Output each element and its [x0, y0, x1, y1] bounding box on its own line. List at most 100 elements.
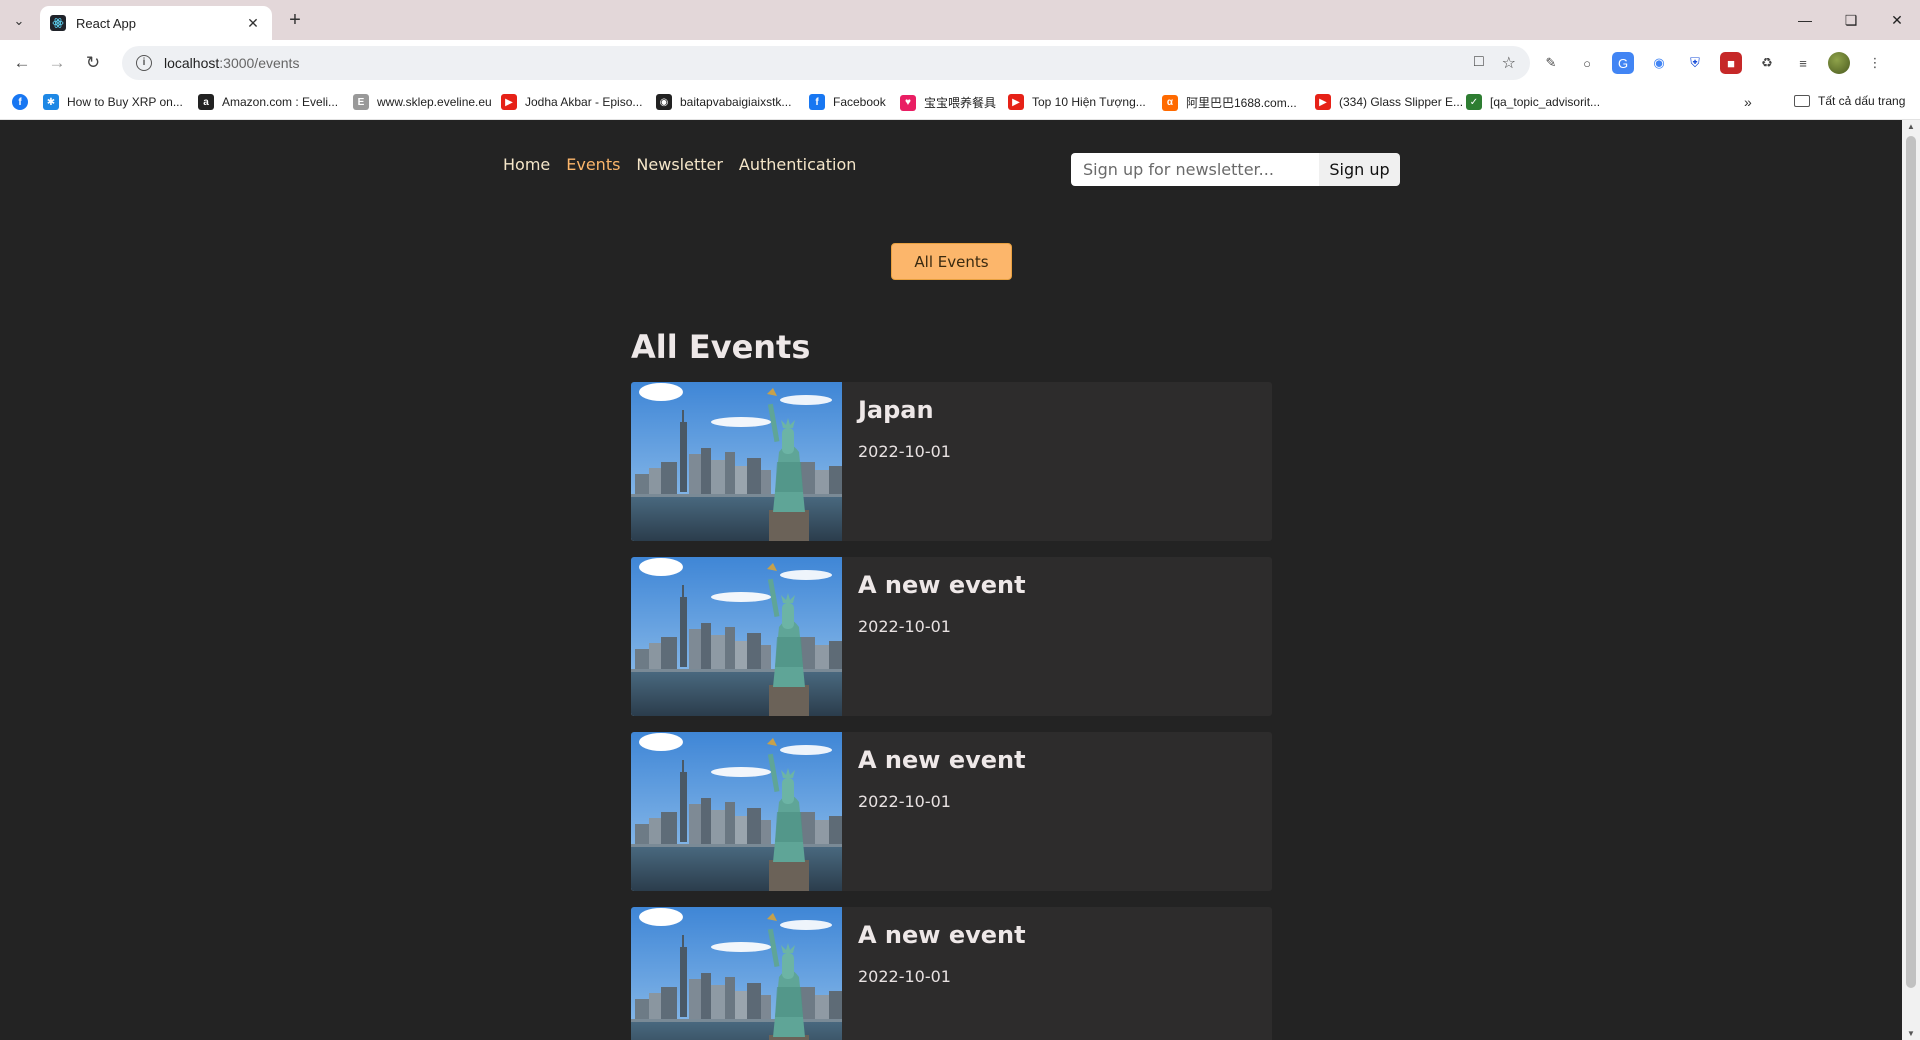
facebook-icon: f [809, 94, 825, 110]
bookmark-label: [qa_topic_advisorit... [1490, 95, 1601, 109]
newsletter-signup-button[interactable]: Sign up [1319, 153, 1400, 186]
red-extension-icon[interactable]: ■ [1720, 52, 1742, 74]
forward-icon[interactable]: → [43, 50, 71, 76]
bookmark-label: Facebook [833, 95, 886, 109]
browser-tab[interactable]: React App ✕ [40, 6, 272, 40]
event-image [631, 557, 842, 716]
event-date: 2022-10-01 [858, 442, 951, 461]
all-bookmarks-folder[interactable]: Tất cả dấu trang [1794, 94, 1905, 108]
event-image [631, 732, 842, 891]
event-title: A new event [858, 571, 1026, 599]
all-bookmarks-label: Tất cả dấu trang [1818, 94, 1906, 108]
eveline-icon: E [353, 94, 369, 110]
qa-icon: ✓ [1466, 94, 1482, 110]
bookmark-item[interactable]: ◉ baitapvabaigiaixstk... [656, 94, 791, 110]
bookmark-item[interactable]: ▶ Top 10 Hiện Tượng... [1008, 94, 1146, 110]
bookmark-label: Amazon.com : Eveli... [222, 95, 339, 109]
tab-search-chevron-icon[interactable]: ⌄ [6, 8, 32, 34]
new-tab-icon[interactable]: + [282, 8, 308, 34]
restore-icon[interactable]: ❏ [1828, 0, 1874, 40]
puzzle-icon[interactable]: ♻ [1756, 52, 1778, 74]
nav-authentication-link[interactable]: Authentication [739, 155, 856, 174]
event-title: Japan [858, 396, 934, 424]
nav-newsletter-link[interactable]: Newsletter [636, 155, 723, 174]
bookmark-item[interactable]: Ewww.sklep.eveline.eu [353, 94, 492, 110]
bookmark-item[interactable]: a Amazon.com : Eveli... [198, 94, 338, 110]
bookmark-item[interactable]: ▶ (334) Glass Slipper E... [1315, 94, 1463, 110]
more-bookmarks-icon[interactable]: » [1744, 94, 1752, 110]
event-image [631, 907, 842, 1040]
event-info: Japan 2022-10-01 [842, 382, 967, 541]
address-bar[interactable]: i localhost:3000/events □ ☆ [122, 46, 1530, 80]
event-title: A new event [858, 921, 1026, 949]
profile-avatar[interactable] [1828, 52, 1850, 74]
event-title: A new event [858, 746, 1026, 774]
events-list: Japan 2022-10-01 A new event 2022-10-01 … [631, 382, 1272, 1040]
scroll-down-icon[interactable]: ▼ [1906, 1029, 1916, 1038]
page-title: All Events [631, 328, 811, 366]
site-info-icon[interactable]: i [136, 55, 152, 71]
media-queue-icon[interactable]: ≡ [1792, 52, 1814, 74]
event-date: 2022-10-01 [858, 792, 951, 811]
bookmark-label: www.sklep.eveline.eu [377, 95, 492, 109]
bookmark-item[interactable]: α 阿里巴巴1688.com... [1162, 94, 1297, 111]
url-host: localhost [164, 55, 220, 71]
close-window-icon[interactable]: ✕ [1874, 0, 1920, 40]
bookmark-item[interactable]: ♥ 宝宝喂养餐具 [900, 94, 996, 111]
bookmark-label: How to Buy XRP on... [67, 95, 183, 109]
minimize-icon[interactable]: — [1782, 0, 1828, 40]
translate-icon[interactable]: G [1612, 52, 1634, 74]
youtube-icon: ▶ [501, 94, 517, 110]
bookmark-label: Top 10 Hiện Tượng... [1032, 95, 1146, 109]
nav-events-link[interactable]: Events [566, 155, 620, 174]
bookmark-item[interactable]: ✓ [qa_topic_advisorit... [1466, 94, 1600, 110]
event-item[interactable]: A new event 2022-10-01 [631, 732, 1272, 891]
all-events-button[interactable]: All Events [891, 243, 1012, 280]
nav-home-link[interactable]: Home [503, 155, 550, 174]
youtube-icon: ▶ [1008, 94, 1024, 110]
scroll-up-icon[interactable]: ▲ [1906, 122, 1916, 131]
bookmark-item[interactable]: f Facebook [809, 94, 886, 110]
bookmark-label: 阿里巴巴1688.com... [1186, 96, 1297, 110]
facebook-shortcut[interactable]: f [12, 94, 36, 110]
event-item[interactable]: A new event 2022-10-01 [631, 907, 1272, 1040]
lens-icon[interactable]: ◉ [1648, 52, 1670, 74]
alibaba-icon: α [1162, 94, 1178, 111]
bookmark-label: (334) Glass Slipper E... [1339, 95, 1464, 109]
install-app-icon[interactable]: □ [1474, 53, 1484, 73]
event-info: A new event 2022-10-01 [842, 557, 1042, 716]
bookmark-star-icon[interactable]: ☆ [1502, 53, 1516, 73]
event-date: 2022-10-01 [858, 967, 951, 986]
tab-close-icon[interactable]: ✕ [244, 15, 262, 32]
bookmark-item[interactable]: ▶ Jodha Akbar - Episo... [501, 94, 642, 110]
tab-title: React App [76, 15, 136, 31]
bookmark-item[interactable]: ✱ How to Buy XRP on... [43, 94, 183, 110]
bookmark-label: Jodha Akbar - Episo... [525, 95, 643, 109]
scrollbar-thumb[interactable] [1906, 136, 1916, 988]
menu-dots-icon[interactable]: ⋮ [1864, 52, 1886, 74]
bookmarks-bar: f » Tất cả dấu trang ✱ How to Buy XRP on.… [0, 86, 1920, 120]
extensions-area: ✎ ○ G ◉ ⛨ ■ ♻ ≡ ⋮ [1540, 52, 1886, 74]
vertical-scrollbar[interactable]: ▲ ▼ [1902, 120, 1920, 1040]
event-info: A new event 2022-10-01 [842, 907, 1042, 1040]
event-image [631, 382, 842, 541]
compass-icon[interactable]: ○ [1576, 52, 1598, 74]
event-item[interactable]: Japan 2022-10-01 [631, 382, 1272, 541]
page-viewport: Home Events Newsletter Authentication Si… [0, 120, 1902, 1040]
browser-toolbar: ← → ↻ i localhost:3000/events □ ☆ ✎ ○ G … [0, 40, 1920, 86]
react-icon [50, 15, 66, 31]
url-path: :3000/events [219, 55, 300, 71]
event-item[interactable]: A new event 2022-10-01 [631, 557, 1272, 716]
newsletter-email-input[interactable] [1071, 153, 1319, 186]
shop-icon: ♥ [900, 94, 916, 111]
back-icon[interactable]: ← [8, 50, 36, 76]
reload-icon[interactable]: ↻ [79, 50, 107, 76]
bookmark-label: 宝宝喂养餐具 [924, 96, 997, 110]
event-info: A new event 2022-10-01 [842, 732, 1042, 891]
browser-tab-bar: ⌄ React App ✕ + — ❏ ✕ [0, 0, 1920, 40]
event-date: 2022-10-01 [858, 617, 951, 636]
bookmark-label: baitapvabaigiaixstk... [680, 95, 792, 109]
shield-icon[interactable]: ⛨ [1684, 52, 1706, 74]
eyedropper-icon[interactable]: ✎ [1540, 52, 1562, 74]
youtube-icon: ▶ [1315, 94, 1331, 110]
